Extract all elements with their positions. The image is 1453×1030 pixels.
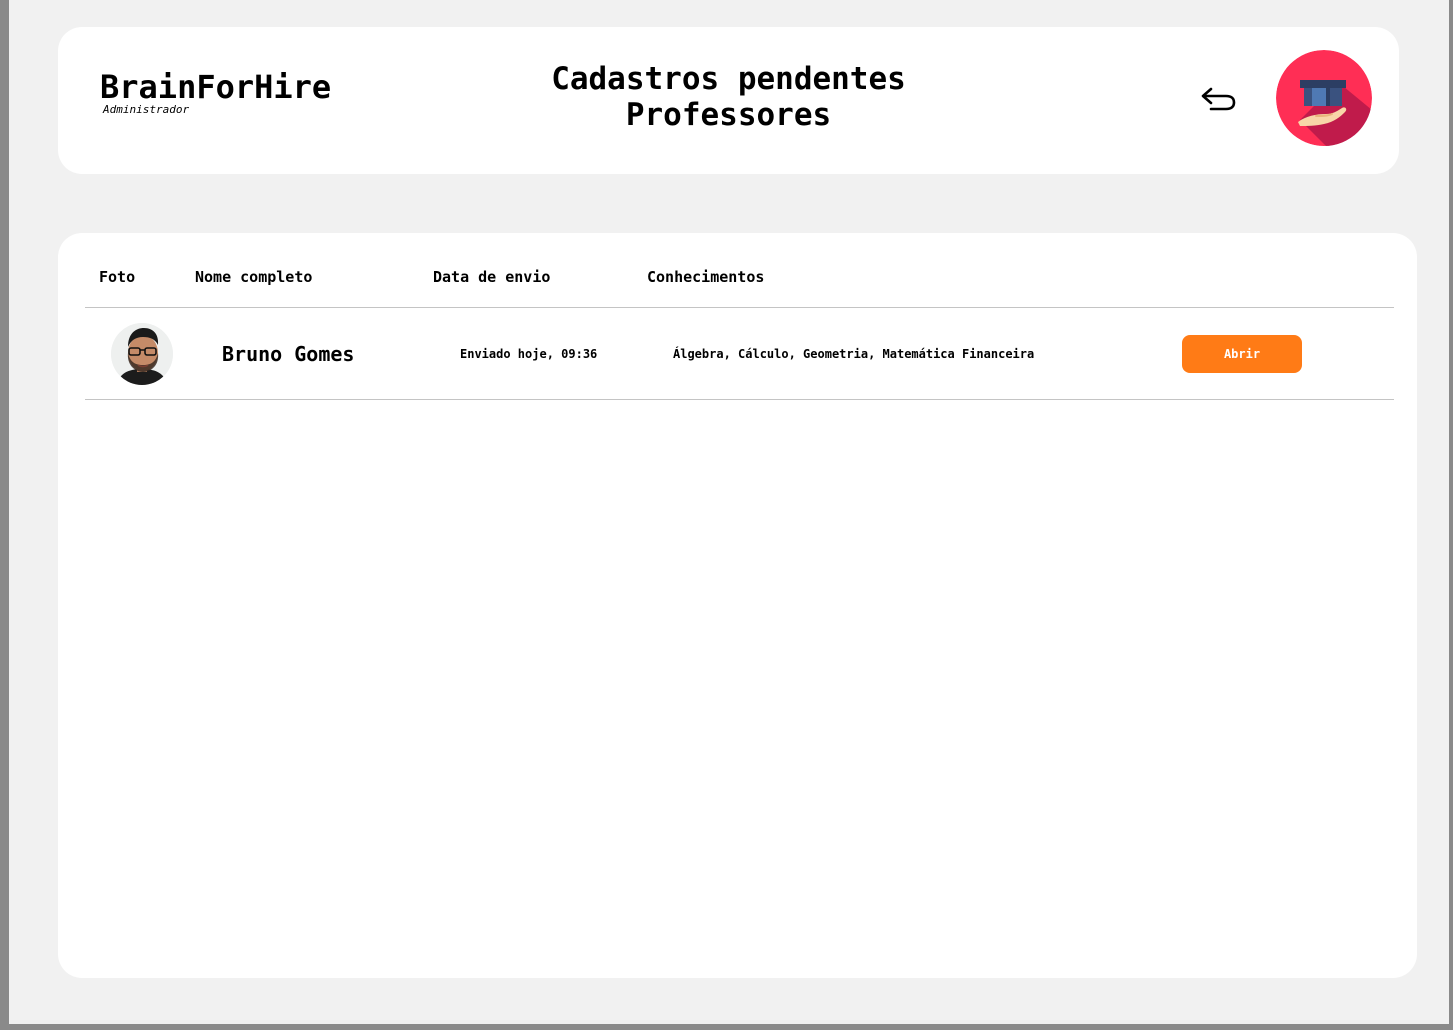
column-header-submission-date: Data de envio	[433, 268, 551, 286]
column-header-photo: Foto	[99, 268, 136, 286]
avatar	[111, 323, 173, 385]
open-button[interactable]: Abrir	[1182, 335, 1302, 373]
teacher-name: Bruno Gomes	[222, 342, 355, 366]
knowledge-list: Álgebra, Cálculo, Geometria, Matemática …	[673, 347, 1035, 361]
submission-date: Enviado hoje, 09:36	[460, 347, 598, 361]
table-header: Foto Nome completo Data de envio Conheci…	[85, 233, 1394, 308]
back-button[interactable]	[1198, 80, 1240, 118]
column-header-knowledge: Conhecimentos	[647, 268, 765, 286]
table-row: Bruno Gomes Enviado hoje, 09:36 Álgebra,…	[85, 308, 1394, 400]
graduation-cap-hand-logo	[1276, 50, 1372, 146]
page: BrainForHire Administrador Cadastros pen…	[9, 0, 1449, 1024]
pending-registrations-table: Foto Nome completo Data de envio Conheci…	[58, 233, 1417, 978]
column-header-full-name: Nome completo	[195, 268, 313, 286]
undo-arrow-icon	[1201, 87, 1236, 111]
app-logo	[1276, 50, 1372, 146]
header-card: BrainForHire Administrador Cadastros pen…	[58, 27, 1399, 174]
avatar-photo	[111, 323, 173, 385]
